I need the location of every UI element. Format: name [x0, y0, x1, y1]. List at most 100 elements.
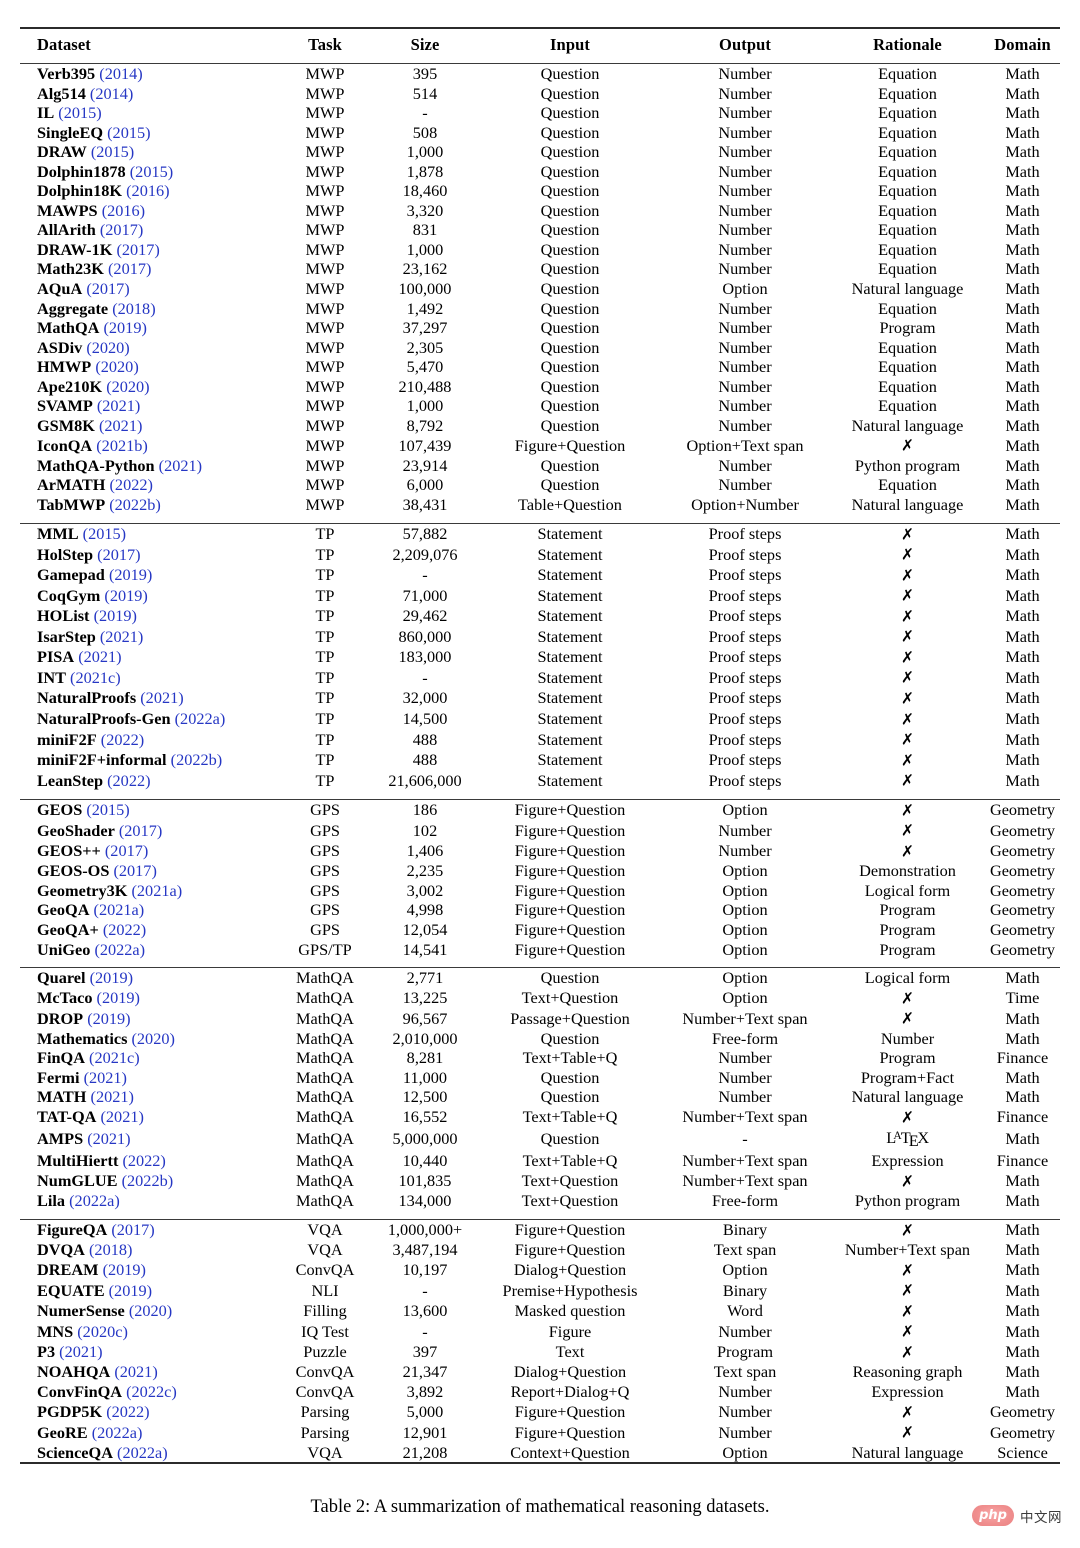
citation-year-link[interactable]: (2019)	[90, 968, 133, 987]
cell-rationale: Equation	[830, 62, 985, 84]
cell-domain: Math	[1005, 565, 1040, 585]
citation-year-link[interactable]: (2021)	[100, 627, 143, 646]
cell-rationale: ✗	[830, 750, 985, 771]
section-gap-cell	[20, 1211, 1060, 1220]
citation-year-link[interactable]: (2021)	[101, 1107, 144, 1126]
citation-year-link[interactable]: (2022a)	[175, 709, 226, 728]
citation-year-link[interactable]: (2021)	[59, 1342, 102, 1361]
citation-year-link[interactable]: (2019)	[104, 586, 147, 605]
table-row: MathQA (2019) MWP 37,297 Question Number Prog…	[20, 318, 1060, 338]
citation-year-link[interactable]: (2020)	[95, 357, 138, 376]
citation-year-link[interactable]: (2017)	[100, 220, 143, 239]
cell-rationale: Natural language	[851, 495, 964, 515]
no-rationale-icon: ✗	[901, 1009, 914, 1028]
cell-output: Proof steps	[708, 667, 782, 687]
cell-task: MWP	[305, 161, 345, 181]
citation-year-link[interactable]: (2019)	[103, 1260, 146, 1279]
citation-year-link[interactable]: (2015)	[107, 123, 150, 142]
citation-year-link[interactable]: (2022b)	[171, 750, 223, 769]
citation-year-link[interactable]: (2019)	[103, 318, 146, 337]
citation-year-link[interactable]: (2017)	[108, 259, 151, 278]
citation-year-link[interactable]: (2021)	[99, 416, 142, 435]
cell-rationale: ✗	[830, 1422, 985, 1443]
citation-year-link[interactable]: (2022c)	[126, 1382, 177, 1401]
cell-domain: Math	[1005, 103, 1040, 123]
cell-dataset: MAWPS (2016)	[20, 201, 280, 221]
citation-year-link[interactable]: (2022a)	[117, 1443, 168, 1462]
citation-year-link[interactable]: (2014)	[99, 64, 142, 83]
citation-year-link[interactable]: (2022)	[107, 771, 150, 790]
citation-year-link[interactable]: (2022b)	[122, 1171, 174, 1190]
citation-year-link[interactable]: (2022)	[110, 475, 153, 494]
citation-year-link[interactable]: (2020)	[132, 1029, 175, 1048]
citation-year-link[interactable]: (2017)	[97, 545, 140, 564]
citation-year-link[interactable]: (2020)	[86, 338, 129, 357]
citation-year-link[interactable]: (2019)	[109, 1281, 152, 1300]
citation-year-link[interactable]: (2021a)	[132, 881, 183, 900]
citation-year-link[interactable]: (2021c)	[70, 668, 121, 687]
citation-year-link[interactable]: (2021b)	[96, 436, 148, 455]
citation-year-link[interactable]: (2022a)	[69, 1191, 120, 1210]
cell-domain: Math	[1005, 1087, 1040, 1107]
citation-year-link[interactable]: (2021)	[140, 688, 183, 707]
cell-size: 57,882	[370, 522, 480, 545]
cell-task: TP	[315, 688, 335, 708]
cell-input: Figure+Question	[514, 820, 626, 840]
citation-year-link[interactable]: (2019)	[109, 565, 152, 584]
citation-year-link[interactable]: (2017)	[86, 279, 129, 298]
citation-year-link[interactable]: (2017)	[111, 1220, 154, 1239]
citation-year-link[interactable]: (2022b)	[109, 495, 161, 514]
citation-year-link[interactable]: (2022)	[101, 730, 144, 749]
citation-year-link[interactable]: (2019)	[97, 988, 140, 1007]
citation-year-link[interactable]: (2022)	[122, 1151, 165, 1170]
citation-year-link[interactable]: (2015)	[83, 524, 126, 543]
cell-input: Figure+Question	[514, 880, 626, 900]
cell-dataset: MML (2015)	[20, 522, 280, 545]
citation-year-link[interactable]: (2017)	[113, 861, 156, 880]
citation-year-link[interactable]: (2015)	[58, 103, 101, 122]
citation-year-link[interactable]: (2021)	[84, 1068, 127, 1087]
dataset-name: DRAW	[37, 142, 87, 162]
citation-year-link[interactable]: (2018)	[89, 1240, 132, 1259]
cell-domain: Math	[1005, 122, 1040, 142]
citation-year-link[interactable]: (2017)	[116, 240, 159, 259]
citation-year-link[interactable]: (2015)	[130, 162, 173, 181]
citation-year-link[interactable]: (2018)	[112, 299, 155, 318]
citation-year-link[interactable]: (2022a)	[92, 1423, 143, 1442]
citation-year-link[interactable]: (2021c)	[89, 1048, 140, 1067]
table-row: GEOS (2015) GPS 186 Figure+Question Option ✗ G…	[20, 798, 1060, 821]
citation-year-link[interactable]: (2021)	[114, 1362, 157, 1381]
cell-output: Proof steps	[708, 585, 782, 605]
citation-year-link[interactable]: (2021)	[159, 456, 202, 475]
cell-output: Number	[718, 1321, 772, 1341]
citation-year-link[interactable]: (2017)	[119, 821, 162, 840]
table-row: MNS (2020c) IQ Test - Figure Number ✗ Math	[20, 1321, 1060, 1342]
citation-year-link[interactable]: (2014)	[90, 84, 133, 103]
citation-year-link[interactable]: (2021a)	[94, 900, 145, 919]
citation-year-link[interactable]: (2016)	[126, 181, 169, 200]
cell-output: Free-form	[712, 1028, 778, 1048]
cell-task: MWP	[305, 122, 345, 142]
citation-year-link[interactable]: (2015)	[86, 800, 129, 819]
cell-output: Option	[722, 861, 768, 881]
citation-year-link[interactable]: (2020c)	[77, 1322, 128, 1341]
citation-year-link[interactable]: (2021)	[78, 647, 121, 666]
citation-year-link[interactable]: (2015)	[91, 142, 134, 161]
cell-dataset: IsarStep (2021)	[20, 626, 280, 647]
citation-year-link[interactable]: (2021)	[87, 1129, 130, 1148]
citation-year-link[interactable]: (2019)	[94, 606, 137, 625]
citation-year-link[interactable]: (2022a)	[94, 940, 145, 959]
citation-year-link[interactable]: (2019)	[87, 1009, 130, 1028]
table-row: P3 (2021) Puzzle 397 Text Program ✗ Math	[20, 1342, 1060, 1363]
citation-year-link[interactable]: (2021)	[97, 396, 140, 415]
citation-year-link[interactable]: (2022)	[106, 1402, 149, 1421]
cell-rationale: Equation	[878, 220, 937, 240]
citation-year-link[interactable]: (2020)	[106, 377, 149, 396]
citation-year-link[interactable]: (2020)	[129, 1301, 172, 1320]
dataset-name: IconQA	[37, 435, 93, 455]
citation-year-link[interactable]: (2017)	[105, 841, 148, 860]
citation-year-link[interactable]: (2021)	[91, 1087, 134, 1106]
citation-year-link[interactable]: (2022)	[103, 920, 146, 939]
citation-year-link[interactable]: (2016)	[102, 201, 145, 220]
cell-dataset: IL (2015)	[20, 103, 280, 123]
